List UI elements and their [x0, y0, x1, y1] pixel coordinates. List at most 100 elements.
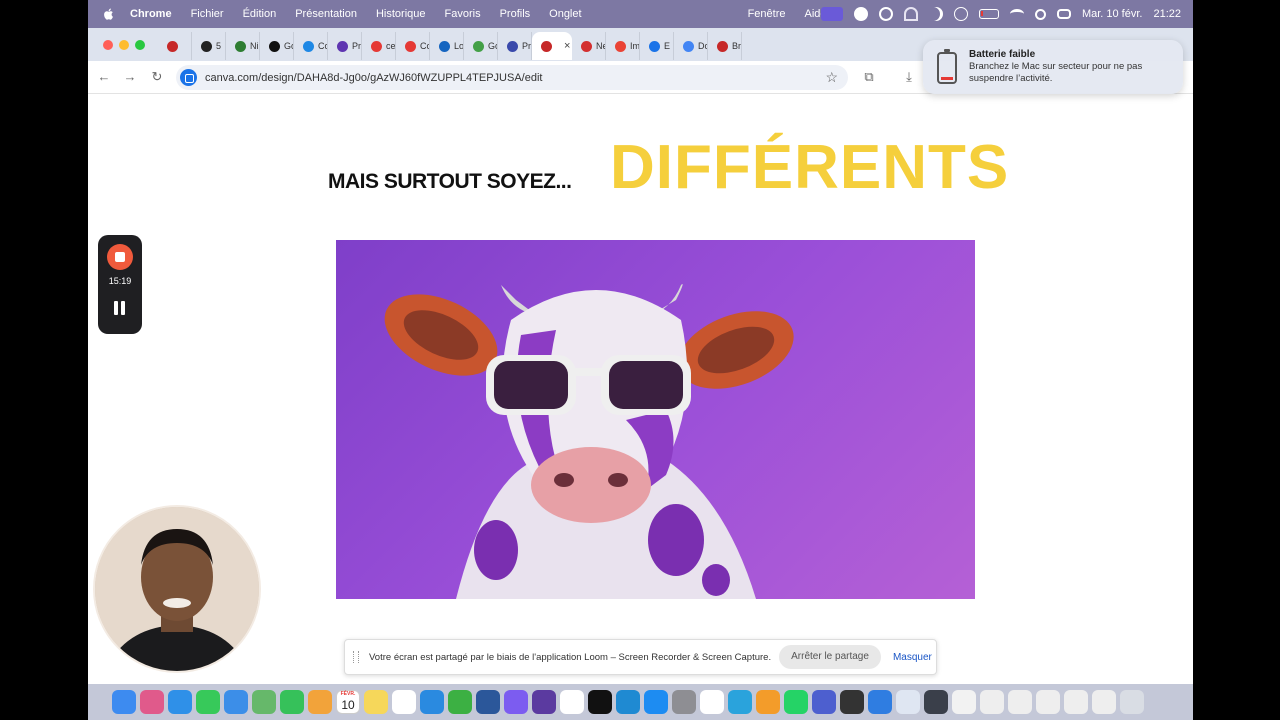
dock-keyboard-icon[interactable] [1092, 690, 1116, 714]
dock-preview-icon[interactable] [896, 690, 920, 714]
dock-doc3-icon[interactable] [1036, 690, 1060, 714]
browser-tab[interactable]: Pr [498, 32, 532, 60]
minimize-window-button[interactable] [119, 40, 129, 50]
menu-fichier[interactable]: Fichier [191, 8, 224, 20]
browser-tab[interactable]: Im [606, 32, 640, 60]
browser-tab[interactable]: Dc [674, 32, 708, 60]
dock-mail-icon[interactable] [224, 690, 248, 714]
dock-pages-icon[interactable] [756, 690, 780, 714]
menu-edition[interactable]: Édition [243, 8, 277, 20]
stop-recording-button[interactable] [107, 244, 133, 270]
dock-photos-icon[interactable] [308, 690, 332, 714]
screen-share-icon[interactable] [820, 7, 843, 21]
dock-safari-icon[interactable] [168, 690, 192, 714]
dock-capcut-icon[interactable] [588, 690, 612, 714]
menu-onglet[interactable]: Onglet [549, 8, 581, 20]
browser-tab[interactable]: Br [708, 32, 742, 60]
dock-facetime-icon[interactable] [280, 690, 304, 714]
dock-maps-icon[interactable] [252, 690, 276, 714]
webcam-bubble[interactable] [93, 505, 261, 673]
dock-vscode-icon[interactable] [616, 690, 640, 714]
dock-trash-icon[interactable] [1120, 690, 1144, 714]
dock-textedit-icon[interactable] [952, 690, 976, 714]
tab-favicon-icon [167, 40, 178, 52]
browser-tab[interactable]: 5 [192, 32, 226, 60]
dock-obsidian-icon[interactable] [532, 690, 556, 714]
menu-profils[interactable]: Profils [500, 8, 531, 20]
menu-favoris[interactable]: Favoris [445, 8, 481, 20]
browser-tab[interactable] [158, 32, 192, 60]
drag-handle[interactable] [353, 651, 359, 663]
reload-button[interactable]: ↻ [148, 68, 166, 86]
site-info-icon[interactable] [180, 69, 197, 86]
sync-icon[interactable] [878, 7, 893, 21]
dock-doc1-icon[interactable] [980, 690, 1004, 714]
extensions-icon[interactable]: ⧉ [860, 68, 878, 86]
menu-fenetre[interactable]: Fenêtre [748, 8, 786, 20]
dock-notes-icon[interactable] [364, 690, 388, 714]
dock-numbers-icon[interactable] [448, 690, 472, 714]
browser-tab[interactable]: Ne [572, 32, 606, 60]
dock-launchpad-icon[interactable] [140, 690, 164, 714]
play-icon[interactable] [953, 7, 968, 21]
airdrop-icon[interactable] [903, 7, 918, 21]
share-message: Votre écran est partagé par le biais de … [369, 651, 772, 663]
apple-icon[interactable] [102, 7, 116, 21]
dock-settings-icon[interactable] [672, 690, 696, 714]
browser-tab[interactable]: Lo [430, 32, 464, 60]
download-icon[interactable]: ⤓ [900, 68, 918, 86]
dock-appstore-icon[interactable] [644, 690, 668, 714]
menubar-date[interactable]: Mar. 10 févr. [1082, 8, 1143, 20]
dock-chrome-icon[interactable] [700, 690, 724, 714]
dock-doc4-icon[interactable] [1064, 690, 1088, 714]
bookmark-star-icon[interactable]: ☆ [825, 69, 838, 86]
low-battery-notification[interactable]: Batterie faible Branchez le Mac sur sect… [923, 40, 1183, 94]
dock-telegram-icon[interactable] [728, 690, 752, 714]
menu-bar: Chrome Fichier Édition Présentation Hist… [88, 0, 1193, 28]
back-button[interactable]: ← [95, 68, 113, 86]
address-url[interactable]: canva.com/design/DAHA8d-Jg0o/gAzWJ60fWZU… [205, 72, 542, 84]
menu-presentation[interactable]: Présentation [295, 8, 357, 20]
close-window-button[interactable] [103, 40, 113, 50]
browser-tab[interactable]: Co [396, 32, 430, 60]
dock-loom-icon[interactable] [840, 690, 864, 714]
browser-tab[interactable]: Ni [226, 32, 260, 60]
browser-tab[interactable]: Go [464, 32, 498, 60]
control-center-icon[interactable] [1056, 9, 1071, 19]
dock-quicktime-icon[interactable] [924, 690, 948, 714]
dock-canva-icon[interactable] [504, 690, 528, 714]
browser-tab[interactable]: Go [260, 32, 294, 60]
dock-chatgpt-icon[interactable] [560, 690, 584, 714]
slide-heading-small: MAIS SURTOUT SOYEZ... [328, 170, 572, 193]
dock-whatsapp-icon[interactable] [784, 690, 808, 714]
dock-keynote-icon[interactable] [420, 690, 444, 714]
menu-historique[interactable]: Historique [376, 8, 426, 20]
hide-link[interactable]: Masquer [893, 652, 932, 663]
moon-icon[interactable] [929, 7, 943, 21]
wifi-icon[interactable] [1009, 9, 1024, 19]
dock-finder-icon[interactable] [112, 690, 136, 714]
browser-tab[interactable]: Pr [328, 32, 362, 60]
close-tab-icon[interactable]: × [564, 40, 570, 52]
search-icon[interactable] [1034, 8, 1046, 20]
dock-calendar-icon[interactable]: FÉVR. 10 [336, 690, 360, 714]
pause-recording-button[interactable] [114, 301, 126, 315]
browser-tab[interactable]: ce [362, 32, 396, 60]
browser-tab[interactable]: E [640, 32, 674, 60]
dock-doc2-icon[interactable] [1008, 690, 1032, 714]
dock-word-icon[interactable] [476, 690, 500, 714]
browser-tab[interactable]: × [532, 32, 572, 60]
c-icon[interactable] [853, 7, 868, 21]
zoom-window-button[interactable] [135, 40, 145, 50]
battery-icon[interactable] [978, 9, 999, 19]
forward-button[interactable]: → [121, 68, 139, 86]
address-bar[interactable]: canva.com/design/DAHA8d-Jg0o/gAzWJ60fWZU… [176, 65, 848, 90]
dock-bluestack-icon[interactable] [868, 690, 892, 714]
browser-tab[interactable]: Co [294, 32, 328, 60]
menubar-time[interactable]: 21:22 [1153, 8, 1181, 20]
stop-sharing-button[interactable]: Arrêter le partage [779, 645, 881, 669]
dock-freeform-icon[interactable] [392, 690, 416, 714]
menu-app-name[interactable]: Chrome [130, 8, 172, 20]
dock-messages-icon[interactable] [196, 690, 220, 714]
dock-screen-icon[interactable] [812, 690, 836, 714]
